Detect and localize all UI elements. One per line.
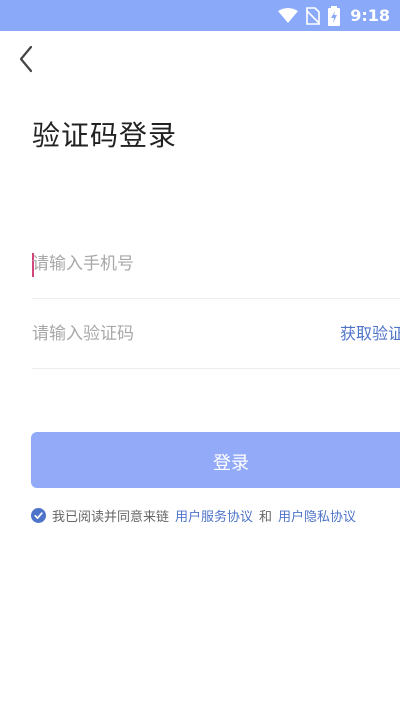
check-circle-icon xyxy=(31,507,46,523)
phone-input[interactable] xyxy=(32,229,332,299)
phone-field xyxy=(32,229,400,299)
back-button[interactable] xyxy=(10,42,42,76)
chevron-left-icon xyxy=(19,45,33,73)
wifi-icon xyxy=(278,7,299,24)
privacy-link[interactable]: 用户隐私协议 xyxy=(278,506,356,525)
no-sim-icon xyxy=(306,6,321,25)
status-bar: 9:18 xyxy=(0,0,400,31)
code-field: 获取验证码 xyxy=(32,299,400,369)
battery-charging-icon xyxy=(328,5,341,26)
agreement-text: 我已阅读并同意来链 xyxy=(52,509,170,525)
page-title: 验证码登录 xyxy=(32,119,178,152)
terms-link[interactable]: 用户服务协议 xyxy=(175,506,253,525)
code-input[interactable] xyxy=(32,299,332,369)
agreement-checkbox[interactable] xyxy=(31,507,46,523)
agreement-and: 和 xyxy=(259,509,273,525)
get-code-button[interactable]: 获取验证码 xyxy=(340,299,400,369)
status-time: 9:18 xyxy=(350,6,390,25)
login-button[interactable]: 登录 xyxy=(31,432,400,488)
agreement-row: 我已阅读并同意来链 用户服务协议 和 用户隐私协议 xyxy=(31,505,356,525)
login-button-label: 登录 xyxy=(213,453,249,474)
